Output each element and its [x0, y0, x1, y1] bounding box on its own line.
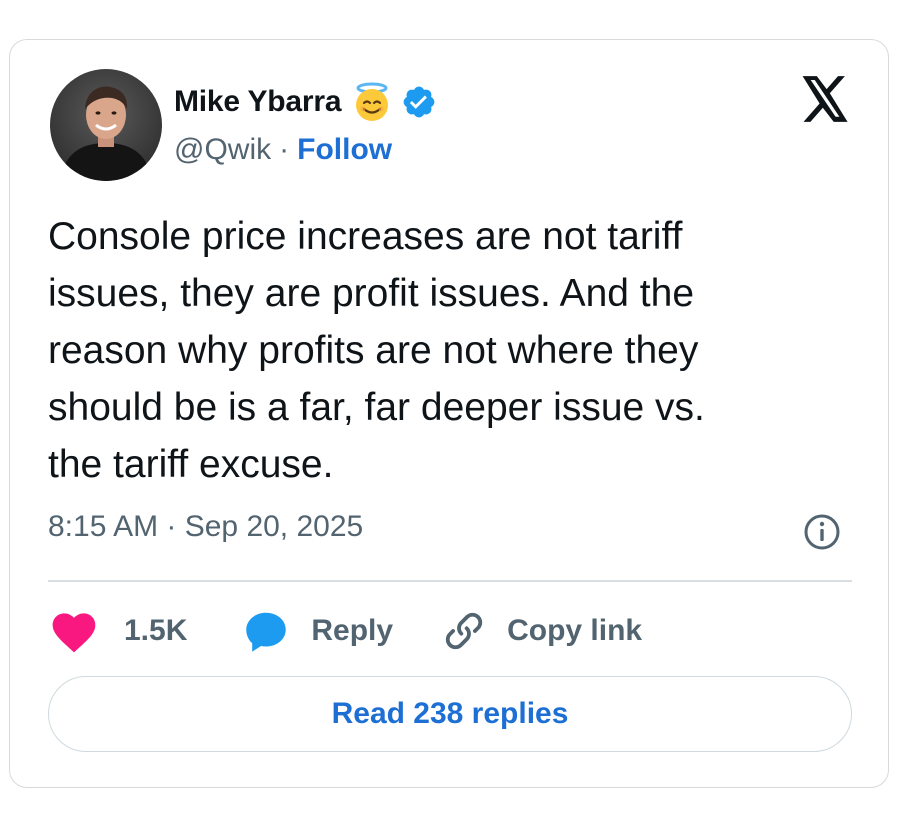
- reply-button[interactable]: Reply: [243, 608, 393, 654]
- action-bar: 1.5K Reply Copy link: [48, 606, 642, 656]
- divider: [48, 580, 852, 582]
- link-icon: [441, 608, 487, 654]
- follow-button[interactable]: Follow: [297, 133, 392, 167]
- copy-link-label: Copy link: [507, 614, 643, 647]
- like-button[interactable]: 1.5K: [48, 608, 187, 654]
- speech-bubble-icon: [243, 608, 289, 654]
- smiling-face-with-halo-icon: [351, 81, 393, 123]
- handle-separator: ·: [279, 133, 290, 166]
- author-name-row: Mike Ybarra: [174, 80, 437, 124]
- info-icon[interactable]: [802, 512, 842, 552]
- x-logo-icon[interactable]: [800, 76, 850, 122]
- verified-badge-icon: [401, 84, 437, 120]
- reply-label: Reply: [311, 614, 394, 647]
- author-handle[interactable]: @Qwik: [174, 133, 271, 167]
- heart-icon: [48, 608, 100, 654]
- read-replies-label: Read 238 replies: [331, 697, 569, 730]
- author-display-name[interactable]: Mike Ybarra: [174, 85, 342, 119]
- read-replies-button[interactable]: Read 238 replies: [48, 676, 852, 752]
- tweet-card: Mike Ybarra @Qwik · Follow Console price…: [9, 39, 889, 788]
- author-handle-row: @Qwik · Follow: [174, 130, 392, 170]
- tweet-text: Console price increases are not tariff i…: [48, 215, 705, 486]
- like-count: 1.5K: [124, 614, 188, 647]
- avatar[interactable]: [50, 69, 162, 181]
- tweet-timestamp[interactable]: 8:15 AM · Sep 20, 2025: [48, 510, 363, 544]
- copy-link-button[interactable]: Copy link: [441, 608, 642, 654]
